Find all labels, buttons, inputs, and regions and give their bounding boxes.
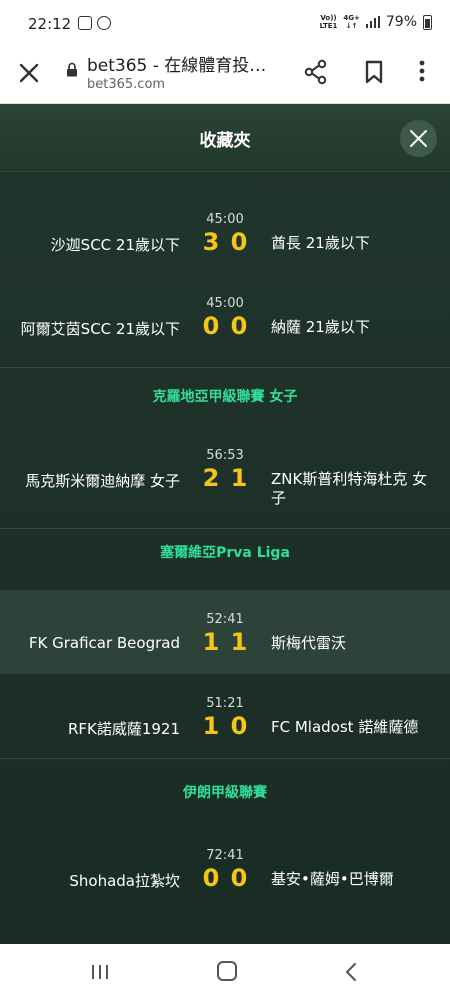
home-score: 3 (202, 228, 220, 256)
away-team: 酋長 21歲以下 (271, 234, 370, 252)
away-score: 1 (230, 628, 248, 656)
match-time: 45:00 (206, 212, 244, 227)
browser-url-bar: bet365 - 在線體育投… bet365.com (0, 48, 450, 104)
league-header: 克羅地亞甲級聯賽 女子 (152, 389, 298, 405)
home-score: 0 (202, 864, 220, 892)
home-score: 0 (202, 312, 220, 340)
away-team: ZNK斯普利特海杜克 女子 (271, 470, 428, 507)
away-team: 納薩 21歲以下 (271, 318, 370, 336)
league-header: 塞爾維亞Prva Liga (160, 545, 290, 561)
away-score: 0 (230, 312, 248, 340)
away-score: 0 (230, 228, 248, 256)
match-row[interactable]: 72:41 Shohada拉紮坎 0 0 基安•薩姆•巴博爾 (0, 826, 450, 910)
status-right: Vo)) LTE1 4G+ ↓↑ 79% (320, 14, 432, 30)
home-team: FK Graficar Beograd (28, 634, 180, 652)
match-row[interactable]: 45:00 阿爾艾茵SCC 21歲以下 0 0 納薩 21歲以下 (0, 274, 450, 358)
notification-icon-2 (97, 16, 111, 30)
close-icon (410, 130, 427, 147)
match-time: 45:00 (206, 296, 244, 311)
network-indicator: Vo)) LTE1 (319, 14, 338, 30)
battery-percent: 79% (385, 14, 417, 30)
more-options-icon[interactable] (412, 56, 432, 86)
away-score: 0 (230, 864, 248, 892)
panel-header: 收藏夾 (0, 104, 450, 172)
bookmark-icon[interactable] (361, 58, 387, 86)
home-score: 2 (202, 464, 220, 492)
away-score: 1 (230, 464, 248, 492)
match-time: 56:53 (206, 448, 244, 463)
home-team: 馬克斯米爾迪納摩 女子 (25, 472, 180, 490)
home-team: Shohada拉紮坎 (69, 872, 180, 890)
status-bar: 22:12 Vo)) LTE1 4G+ ↓↑ 79% (0, 0, 450, 48)
page-title[interactable]: bet365 - 在線體育投… (87, 51, 266, 76)
home-team: RFK諾威薩1921 (67, 720, 180, 738)
signal-icon (365, 16, 381, 28)
close-panel-button[interactable] (400, 120, 437, 157)
home-button-icon[interactable] (217, 961, 237, 981)
notification-icon (78, 16, 92, 30)
page-url[interactable]: bet365.com (87, 77, 165, 92)
home-team: 阿爾艾茵SCC 21歲以下 (20, 320, 180, 338)
battery-icon (423, 14, 432, 30)
match-row[interactable]: 45:00 沙迦SCC 21歲以下 3 0 酋長 21歲以下 (0, 190, 450, 274)
home-score: 1 (202, 712, 220, 740)
system-nav-bar (0, 944, 450, 1000)
back-icon[interactable] (344, 962, 358, 982)
away-team: 基安•薩姆•巴博爾 (271, 870, 394, 888)
status-time: 22:12 (28, 15, 72, 33)
league-header: 伊朗甲級聯賽 (183, 785, 267, 801)
match-time: 72:41 (206, 848, 244, 863)
match-row[interactable]: 51:21 RFK諾威薩1921 1 0 FC Mladost 諾維薩德 (0, 674, 450, 758)
home-team: 沙迦SCC 21歲以下 (50, 236, 180, 254)
close-tab-icon[interactable] (14, 58, 44, 88)
divider (0, 758, 450, 759)
away-team: FC Mladost 諾維薩德 (271, 718, 419, 736)
away-team: 斯梅代雷沃 (271, 634, 347, 652)
recent-apps-icon[interactable] (90, 964, 110, 980)
share-icon[interactable] (302, 58, 330, 86)
panel-title: 收藏夾 (199, 131, 251, 151)
home-score: 1 (202, 628, 220, 656)
network-type: 4G+ ↓↑ (343, 14, 360, 30)
divider (0, 367, 450, 368)
notification-icons (78, 16, 111, 30)
match-row[interactable]: 56:53 馬克斯米爾迪納摩 女子 2 1 ZNK斯普利特海杜克 女子 (0, 426, 450, 510)
lock-icon (67, 62, 77, 77)
match-time: 51:21 (206, 696, 244, 711)
away-score: 0 (230, 712, 248, 740)
favourites-panel: 收藏夾 45:00 沙迦SCC 21歲以下 3 0 酋長 21歲以下 45:00… (0, 104, 450, 944)
match-row[interactable]: 52:41 FK Graficar Beograd 1 1 斯梅代雷沃 (0, 590, 450, 674)
match-time: 52:41 (206, 612, 244, 627)
